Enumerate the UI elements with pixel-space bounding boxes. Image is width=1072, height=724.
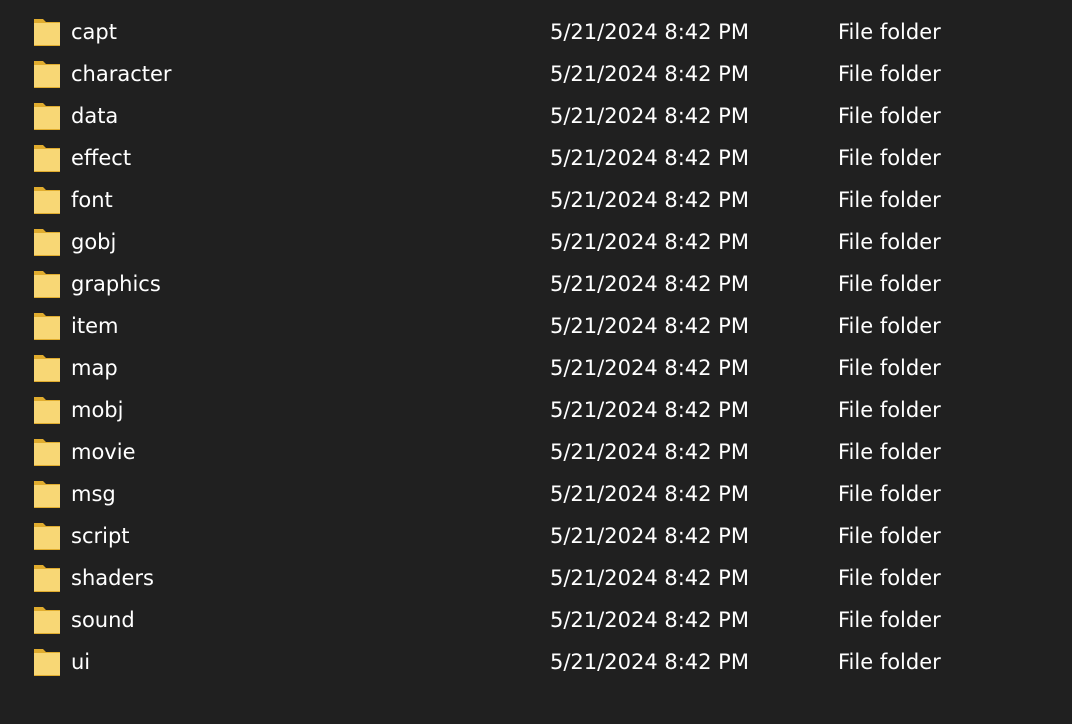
file-date-modified: 5/21/2024 8:42 PM — [550, 608, 749, 632]
file-type: File folder — [838, 356, 941, 380]
file-name: capt — [71, 20, 117, 44]
file-row-data[interactable]: data 5/21/2024 8:42 PM File folder — [0, 95, 1072, 137]
file-name: script — [71, 524, 130, 548]
file-row-font[interactable]: font 5/21/2024 8:42 PM File folder — [0, 179, 1072, 221]
folder-icon — [33, 604, 61, 635]
file-type: File folder — [838, 146, 941, 170]
file-type: File folder — [838, 104, 941, 128]
file-type: File folder — [838, 482, 941, 506]
file-name: effect — [71, 146, 132, 170]
folder-icon — [33, 268, 61, 299]
file-name: mobj — [71, 398, 124, 422]
file-date-modified: 5/21/2024 8:42 PM — [550, 650, 749, 674]
folder-icon — [33, 16, 61, 47]
file-date-modified: 5/21/2024 8:42 PM — [550, 146, 749, 170]
file-row-shaders[interactable]: shaders 5/21/2024 8:42 PM File folder — [0, 557, 1072, 599]
file-name: ui — [71, 650, 91, 674]
folder-icon — [33, 58, 61, 89]
folder-icon — [33, 310, 61, 341]
file-row-mobj[interactable]: mobj 5/21/2024 8:42 PM File folder — [0, 389, 1072, 431]
file-date-modified: 5/21/2024 8:42 PM — [550, 440, 749, 464]
file-date-modified: 5/21/2024 8:42 PM — [550, 398, 749, 422]
file-name: character — [71, 62, 172, 86]
file-date-modified: 5/21/2024 8:42 PM — [550, 566, 749, 590]
file-row-script[interactable]: script 5/21/2024 8:42 PM File folder — [0, 515, 1072, 557]
file-date-modified: 5/21/2024 8:42 PM — [550, 188, 749, 212]
file-date-modified: 5/21/2024 8:42 PM — [550, 314, 749, 338]
file-date-modified: 5/21/2024 8:42 PM — [550, 482, 749, 506]
file-type: File folder — [838, 566, 941, 590]
folder-icon — [33, 142, 61, 173]
file-date-modified: 5/21/2024 8:42 PM — [550, 272, 749, 296]
file-type: File folder — [838, 524, 941, 548]
file-list: capt 5/21/2024 8:42 PM File folder chara… — [0, 11, 1072, 683]
file-name: data — [71, 104, 119, 128]
file-row-graphics[interactable]: graphics 5/21/2024 8:42 PM File folder — [0, 263, 1072, 305]
file-row-item[interactable]: item 5/21/2024 8:42 PM File folder — [0, 305, 1072, 347]
file-date-modified: 5/21/2024 8:42 PM — [550, 104, 749, 128]
file-name: font — [71, 188, 113, 212]
file-row-map[interactable]: map 5/21/2024 8:42 PM File folder — [0, 347, 1072, 389]
file-type: File folder — [838, 272, 941, 296]
file-name: gobj — [71, 230, 117, 254]
file-type: File folder — [838, 650, 941, 674]
file-row-ui[interactable]: ui 5/21/2024 8:42 PM File folder — [0, 641, 1072, 683]
file-date-modified: 5/21/2024 8:42 PM — [550, 20, 749, 44]
file-row-msg[interactable]: msg 5/21/2024 8:42 PM File folder — [0, 473, 1072, 515]
file-name: graphics — [71, 272, 161, 296]
file-type: File folder — [838, 398, 941, 422]
folder-icon — [33, 352, 61, 383]
folder-icon — [33, 478, 61, 509]
folder-icon — [33, 520, 61, 551]
file-row-sound[interactable]: sound 5/21/2024 8:42 PM File folder — [0, 599, 1072, 641]
file-name: shaders — [71, 566, 154, 590]
file-row-effect[interactable]: effect 5/21/2024 8:42 PM File folder — [0, 137, 1072, 179]
file-date-modified: 5/21/2024 8:42 PM — [550, 230, 749, 254]
folder-icon — [33, 394, 61, 425]
folder-icon — [33, 184, 61, 215]
file-row-character[interactable]: character 5/21/2024 8:42 PM File folder — [0, 53, 1072, 95]
file-row-gobj[interactable]: gobj 5/21/2024 8:42 PM File folder — [0, 221, 1072, 263]
file-name: item — [71, 314, 119, 338]
file-name: movie — [71, 440, 136, 464]
file-type: File folder — [838, 440, 941, 464]
file-row-capt[interactable]: capt 5/21/2024 8:42 PM File folder — [0, 11, 1072, 53]
file-name: map — [71, 356, 118, 380]
file-date-modified: 5/21/2024 8:42 PM — [550, 356, 749, 380]
file-date-modified: 5/21/2024 8:42 PM — [550, 62, 749, 86]
folder-icon — [33, 562, 61, 593]
file-type: File folder — [838, 608, 941, 632]
file-row-movie[interactable]: movie 5/21/2024 8:42 PM File folder — [0, 431, 1072, 473]
file-type: File folder — [838, 188, 941, 212]
file-type: File folder — [838, 62, 941, 86]
folder-icon — [33, 226, 61, 257]
folder-icon — [33, 646, 61, 677]
folder-icon — [33, 100, 61, 131]
file-type: File folder — [838, 314, 941, 338]
file-date-modified: 5/21/2024 8:42 PM — [550, 524, 749, 548]
file-name: msg — [71, 482, 116, 506]
file-type: File folder — [838, 230, 941, 254]
file-type: File folder — [838, 20, 941, 44]
folder-icon — [33, 436, 61, 467]
file-name: sound — [71, 608, 135, 632]
